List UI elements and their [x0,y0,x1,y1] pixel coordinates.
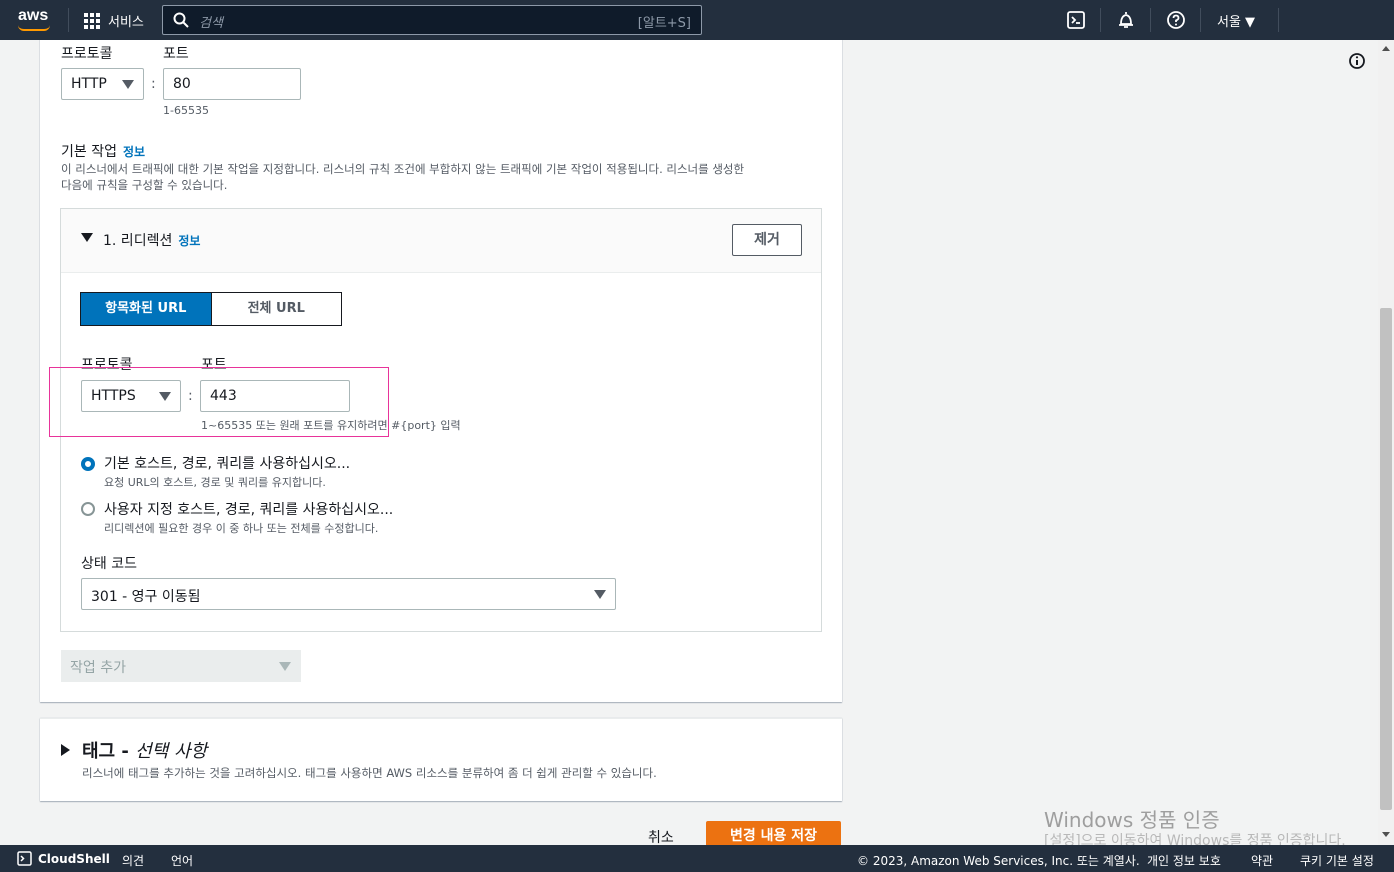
option-default-host-desc: 요청 URL의 호스트, 경로 및 쿼리를 유지합니다. [104,476,326,489]
footer-language[interactable]: 언어 [171,852,193,869]
redirect-header: 1. 리디렉션 정보 제거 [61,209,821,273]
caret-down-icon [594,590,606,599]
option-custom-host-label[interactable]: 사용자 지정 호스트, 경로, 쿼리를 사용하십시오... [104,499,393,519]
protocol-select[interactable]: HTTP [61,68,144,100]
scroll-down-arrow-icon[interactable] [1382,832,1390,837]
caret-down-icon [122,80,134,89]
port-label: 포트 [163,46,189,62]
redirect-info-link[interactable]: 정보 [178,234,200,248]
divider [1100,8,1101,32]
divider [1278,8,1279,32]
port-input-value: 80 [173,76,191,92]
aws-logo[interactable]: aws [18,7,48,25]
protocol-select-value: HTTP [71,76,107,92]
footer-copyright: © 2023, Amazon Web Services, Inc. 또는 계열사… [857,854,1140,868]
cancel-button[interactable]: 취소 [648,827,674,845]
scrollbar-thumb[interactable] [1380,308,1392,810]
add-action-label: 작업 추가 [70,660,126,676]
tags-description: 리스너에 태그를 추가하는 것을 고려하십시오. 태그를 사용하면 AWS 리소… [82,766,657,780]
services-menu-button[interactable]: 서비스 [84,11,144,30]
main-content: 프로토콜 포트 HTTP : 80 1-65535 기본 작업 정보 이 리스너에… [0,40,1336,845]
default-action-description-2: 다음에 규칙을 구성할 수 있습니다. [61,178,228,192]
option-default-host-label[interactable]: 기본 호스트, 경로, 쿼리를 사용하십시오... [104,453,350,473]
url-type-toggle: 항목화된 URL 전체 URL [80,292,342,326]
windows-activation-watermark: Windows 정품 인증 [1044,808,1220,832]
search-shortcut: [알트+S] [637,16,691,31]
info-icon[interactable] [1348,52,1366,70]
aws-logo-smile [18,25,50,31]
footer-cookies[interactable]: 쿠키 기본 설정 [1300,852,1374,869]
tab-full-url[interactable]: 전체 URL [211,293,341,325]
save-changes-button[interactable]: 변경 내용 저장 [706,821,841,845]
footer-bar: CloudShell 의견 언어 © 2023, Amazon Web Serv… [0,845,1394,872]
tags-heading[interactable]: 태그 - 선택 사항 [82,737,207,763]
footer-privacy[interactable]: 개인 정보 보호 [1147,852,1221,869]
default-action-heading: 기본 작업 정보 [61,141,145,161]
vertical-scrollbar[interactable] [1378,40,1394,845]
default-action-description: 이 리스너에서 트래픽에 대한 기본 작업을 지정합니다. 리스너의 규칙 조건… [61,162,745,176]
region-selector[interactable]: 서울 ▼ [1217,11,1255,30]
redirect-title: 1. 리디렉션 정보 [103,230,200,250]
annotation-highlight-box [49,367,389,437]
tab-itemized-url[interactable]: 항목화된 URL [81,293,212,325]
option-custom-host-desc: 리디렉션에 필요한 경우 이 중 하나 또는 전체를 수정합니다. [104,522,379,535]
bell-icon[interactable] [1116,10,1136,30]
default-action-info-link[interactable]: 정보 [123,145,145,159]
remove-button[interactable]: 제거 [732,224,802,256]
scroll-up-arrow-icon[interactable] [1382,46,1390,51]
footer-terms[interactable]: 약관 [1251,852,1273,869]
redirect-title-text: 1. 리디렉션 [103,233,173,249]
grid-icon [84,12,100,29]
tags-title: 태그 - [82,741,136,762]
status-code-select[interactable]: 301 - 영구 이동됨 [81,578,616,610]
tags-optional: 선택 사항 [135,741,208,762]
colon-separator: : [151,76,156,92]
search-icon [173,12,189,28]
search-input[interactable]: 검색 [알트+S] [162,5,702,35]
help-icon[interactable] [1166,10,1186,30]
default-action-title: 기본 작업 [61,144,117,160]
caret-right-icon[interactable] [61,744,70,756]
services-label: 서비스 [108,15,144,30]
caret-down-icon[interactable] [81,233,93,242]
add-action-select: 작업 추가 [61,650,301,682]
protocol-label: 프로토콜 [61,46,113,62]
caret-down-icon [279,662,291,671]
tags-panel: 태그 - 선택 사항 리스너에 태그를 추가하는 것을 고려하십시오. 태그를 … [40,718,842,801]
radio-custom-host[interactable] [81,502,95,516]
radio-default-host[interactable] [81,457,95,471]
status-code-label: 상태 코드 [81,556,137,572]
divider [1150,8,1151,32]
footer-feedback[interactable]: 의견 [122,852,144,869]
cloudshell-icon[interactable] [1066,10,1086,30]
port-input[interactable]: 80 [163,68,301,100]
footer-cloudshell[interactable]: CloudShell [38,852,110,866]
search-placeholder: 검색 [199,16,223,31]
divider [1200,8,1201,32]
status-code-value: 301 - 영구 이동됨 [91,589,201,605]
divider [68,8,69,32]
cloudshell-icon [17,851,32,866]
top-navigation-bar: aws 서비스 검색 [알트+S] 서울 ▼ [0,0,1394,40]
port-hint: 1-65535 [163,104,209,117]
